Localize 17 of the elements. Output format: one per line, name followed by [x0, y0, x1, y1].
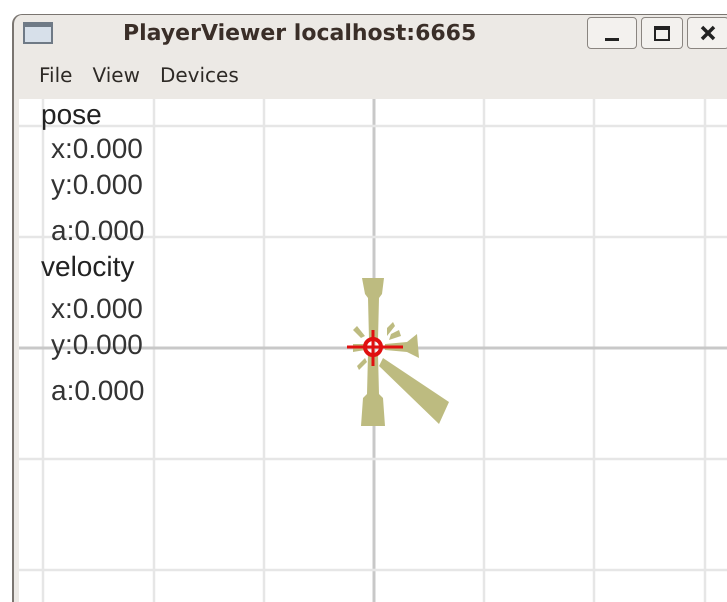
- menu-item[interactable]: View: [86, 60, 146, 90]
- readout-value: x:0.000: [51, 132, 144, 166]
- readout-value: x:0.000: [51, 292, 144, 326]
- maximize-button[interactable]: [641, 17, 683, 49]
- readout-value: y:0.000: [51, 328, 144, 362]
- window-title: PlayerViewer localhost:6665: [123, 20, 478, 48]
- close-icon: [700, 25, 716, 41]
- window-icon: [23, 22, 53, 44]
- readout-value: y:0.000: [51, 168, 144, 202]
- readout-heading: pose: [41, 99, 103, 131]
- readout-value: a:0.000: [51, 214, 144, 248]
- menu-item[interactable]: Devices: [154, 60, 245, 90]
- readout-value: a:0.000: [51, 374, 144, 408]
- menu-item[interactable]: File: [33, 60, 78, 90]
- readout-heading: velocity: [41, 251, 136, 283]
- minimize-button[interactable]: [587, 17, 637, 49]
- close-button[interactable]: [687, 17, 727, 49]
